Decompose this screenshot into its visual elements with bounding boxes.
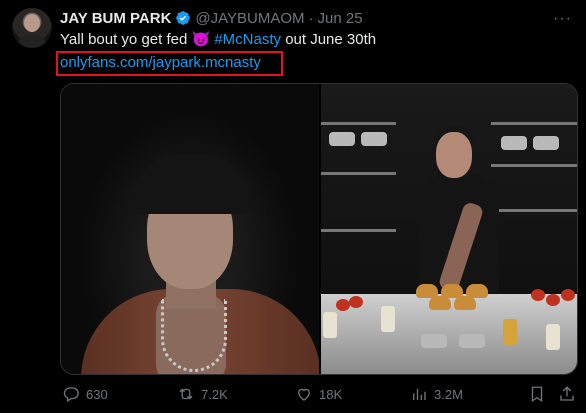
bookmark-icon bbox=[531, 386, 543, 403]
pot-4 bbox=[533, 136, 559, 150]
media-image-portrait[interactable] bbox=[61, 84, 319, 374]
shelf-left-low bbox=[321, 229, 396, 232]
shelf-right-mid bbox=[491, 164, 577, 167]
portrait-hair bbox=[131, 154, 251, 214]
repost-button[interactable]: 7.2K bbox=[177, 385, 228, 403]
tomato-5 bbox=[561, 289, 575, 301]
shelf-left-top bbox=[321, 122, 396, 125]
pot-5 bbox=[421, 334, 447, 348]
pot-6 bbox=[459, 334, 485, 348]
jar-4 bbox=[546, 324, 560, 350]
tweet-header: JAY BUM PARK @JAYBUMAOM · Jun 25 bbox=[60, 8, 363, 28]
shelf-right-top bbox=[491, 122, 577, 125]
repost-icon bbox=[179, 388, 193, 400]
separator-dot: · bbox=[308, 9, 314, 27]
tweet-date[interactable]: Jun 25 bbox=[318, 10, 363, 27]
media-image-kitchen[interactable] bbox=[321, 84, 577, 374]
views-icon bbox=[413, 388, 426, 400]
views-button[interactable]: 3.2M bbox=[410, 385, 463, 403]
shelf-left-mid bbox=[321, 172, 396, 175]
shelf-right-low bbox=[491, 209, 577, 212]
jar-1 bbox=[323, 312, 337, 338]
media-grid bbox=[60, 83, 578, 375]
tomato-2 bbox=[349, 296, 363, 308]
verified-badge-icon bbox=[176, 11, 191, 25]
like-button[interactable]: 18K bbox=[295, 385, 342, 403]
reply-count: 630 bbox=[86, 386, 108, 402]
burger-4 bbox=[429, 296, 451, 310]
jar-2 bbox=[381, 306, 395, 332]
hashtag-link[interactable]: #McNasty bbox=[214, 31, 281, 48]
action-bar: 630 7.2K 18K 3.2M bbox=[60, 385, 578, 407]
chef-head bbox=[436, 132, 472, 178]
share-button[interactable] bbox=[558, 385, 576, 403]
reply-icon bbox=[63, 387, 79, 402]
burger-5 bbox=[454, 296, 476, 310]
views-count: 3.2M bbox=[434, 386, 463, 402]
tomato-3 bbox=[531, 289, 545, 301]
tweet-text: Yall bout yo get fed 😈 #McNasty out June… bbox=[60, 30, 376, 50]
avatar-face bbox=[24, 14, 40, 32]
tomato-1 bbox=[336, 299, 350, 311]
avatar[interactable] bbox=[12, 8, 52, 48]
pot-2 bbox=[361, 132, 387, 146]
author-handle[interactable]: @JAYBUMAOM bbox=[195, 10, 304, 27]
like-count: 18K bbox=[319, 386, 343, 402]
repost-count: 7.2K bbox=[201, 386, 228, 402]
share-icon bbox=[560, 386, 574, 401]
author-name[interactable]: JAY BUM PARK bbox=[60, 10, 171, 27]
avatar-body bbox=[18, 34, 46, 48]
tweet-link[interactable]: onlyfans.com/jaypark.mcnasty bbox=[60, 53, 261, 73]
portrait-chain bbox=[161, 299, 227, 372]
like-icon bbox=[298, 388, 310, 401]
tweet-text-before: Yall bout yo get fed bbox=[60, 31, 192, 48]
pot-3 bbox=[501, 136, 527, 150]
more-icon[interactable]: ··· bbox=[553, 10, 572, 28]
tweet-text-after: out June 30th bbox=[281, 31, 377, 48]
jar-3 bbox=[503, 319, 517, 345]
devil-emoji: 😈 bbox=[191, 31, 211, 48]
pot-1 bbox=[329, 132, 355, 146]
reply-button[interactable]: 630 bbox=[62, 385, 108, 403]
tomato-4 bbox=[546, 294, 560, 306]
bookmark-button[interactable] bbox=[528, 385, 546, 403]
